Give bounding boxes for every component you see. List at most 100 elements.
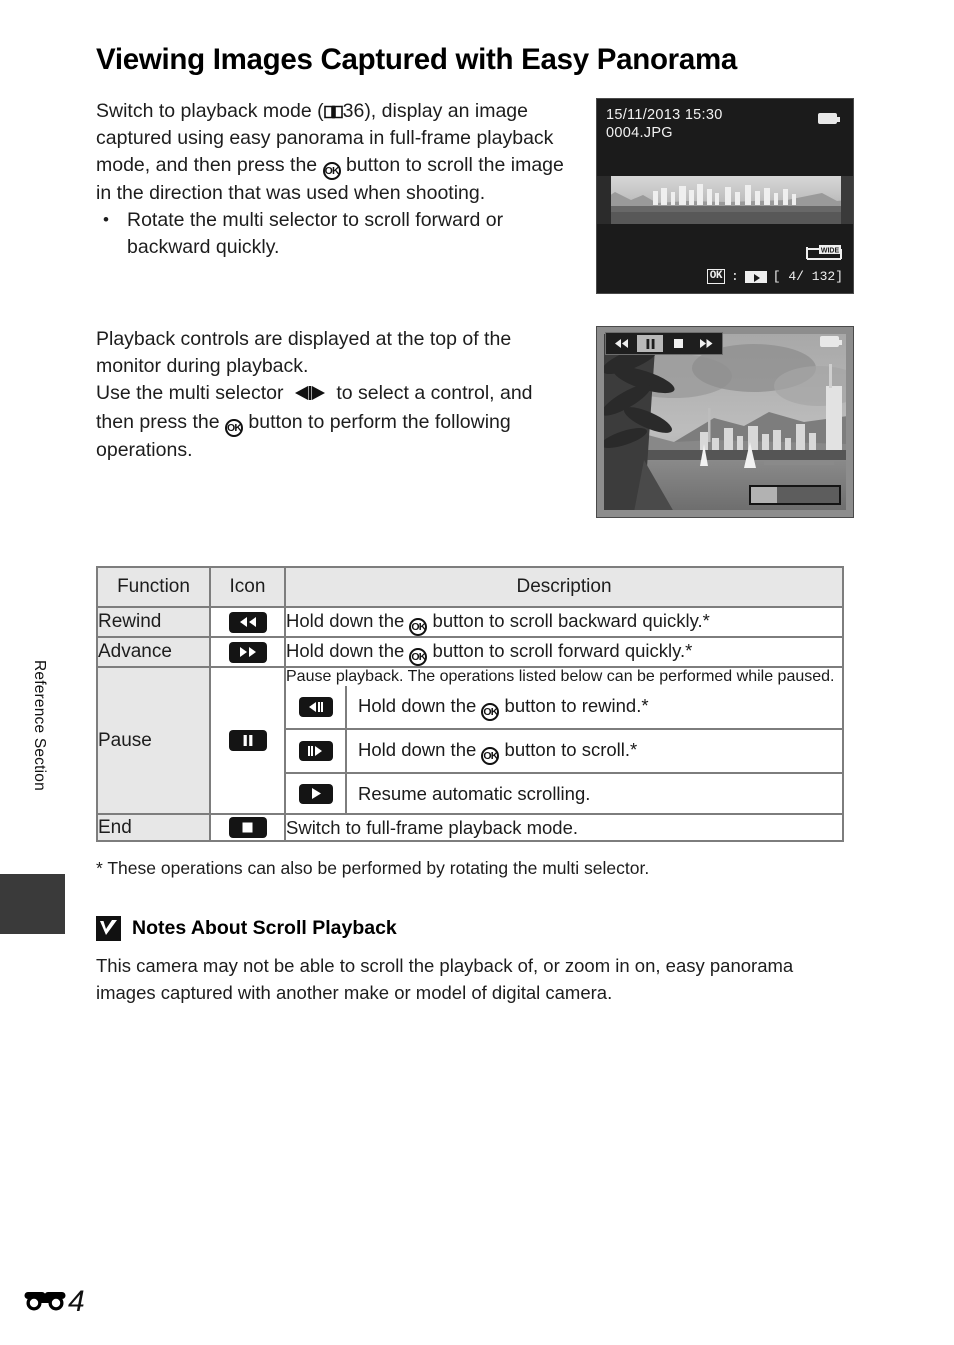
battery-icon: [818, 113, 840, 125]
sub-icon-cell: [286, 686, 347, 730]
page-title: Viewing Images Captured with Easy Panora…: [96, 43, 737, 76]
side-tab-label: Reference Section: [31, 660, 48, 791]
step-forward-icon: [298, 741, 333, 762]
e-reference-icon: [24, 1286, 66, 1317]
page-content: Viewing Images Captured with Easy Panora…: [96, 43, 856, 1006]
intro-text-column: Switch to playback mode (36), display an…: [96, 98, 566, 294]
intro-text-a: Switch to playback mode (: [96, 100, 324, 123]
control-end[interactable]: [665, 335, 691, 352]
function-name: End: [96, 813, 211, 843]
notes-heading: Notes About Scroll Playback: [132, 917, 397, 940]
svg-text:WIDE: WIDE: [821, 248, 840, 255]
function-description: Hold down the OK button to scroll forwar…: [284, 636, 844, 669]
desc-text-a: Hold down the: [358, 739, 482, 761]
capture-filename: 0004.JPG: [606, 125, 673, 142]
table-row: Pause Pause playback. The operations lis…: [96, 666, 844, 816]
step-rewind-icon: [298, 697, 333, 718]
sub-icon-cell: [286, 772, 347, 814]
desc-text-a: Hold down the: [286, 610, 410, 632]
desc-text-b: button to rewind.*: [499, 695, 649, 717]
rewind-icon: [228, 611, 267, 633]
list-item: Rotate the multi selector to scroll forw…: [96, 206, 566, 261]
table-row: Rewind Hold down the OK button to scroll…: [96, 606, 844, 639]
second-row: Playback controls are displayed at the t…: [96, 326, 856, 519]
book-icon: [323, 100, 343, 119]
notes-heading-row: Notes About Scroll Playback: [96, 916, 856, 942]
function-name: Advance: [96, 636, 211, 669]
second-text-1: Use the multi selector: [96, 382, 289, 405]
control-pause[interactable]: [637, 335, 663, 353]
panorama-thumbnail: [597, 176, 853, 225]
table-row: Hold down the OK button to rewind.*: [286, 686, 842, 730]
function-name: Rewind: [96, 606, 211, 639]
column-header-function: Function: [96, 566, 211, 609]
function-table: Function Icon Description Rewind Hold do…: [96, 566, 844, 843]
notes-section: Notes About Scroll Playback This camera …: [96, 916, 856, 1006]
caution-check-icon: [96, 916, 121, 942]
function-description: Hold down the OK button to scroll backwa…: [284, 606, 844, 639]
second-paragraph-a: Playback controls are displayed at the t…: [96, 328, 512, 378]
function-icon-cell: [209, 606, 286, 639]
page-footer: 4: [24, 1286, 85, 1317]
scroll-playback-image: [604, 334, 846, 511]
sub-description: Hold down the OK button to rewind.*: [346, 686, 842, 729]
playback-control-bar[interactable]: [605, 332, 723, 356]
intro-row: Switch to playback mode (36), display an…: [96, 98, 856, 295]
play-film-icon: [744, 270, 767, 283]
desc-text-b: button to scroll forward quickly.*: [427, 640, 693, 662]
side-tab-block: [0, 874, 65, 934]
sub-description: Hold down the OK button to scroll.*: [346, 728, 842, 774]
function-description: Switch to full-frame playback mode.: [284, 813, 844, 843]
ok-button-icon: OK: [481, 747, 500, 766]
pause-main-description: Pause playback. The operations listed be…: [286, 668, 835, 686]
desc-text-b: button to scroll backward quickly.*: [427, 610, 710, 632]
intro-paragraph: Switch to playback mode (36), display an…: [96, 98, 566, 207]
table-footnote: * These operations can also be performed…: [96, 858, 650, 879]
column-header-icon: Icon: [209, 566, 286, 609]
desc-text-b: button to scroll.*: [499, 739, 638, 761]
control-advance[interactable]: [693, 335, 719, 352]
control-rewind[interactable]: [609, 335, 635, 352]
play-icon: [298, 783, 333, 804]
ok-label: OK: [706, 269, 725, 285]
table-row: Hold down the OK button to scroll.*: [286, 728, 842, 774]
table-row: Advance Hold down the OK button to scrol…: [96, 636, 844, 669]
ok-button-icon: OK: [409, 648, 428, 667]
pause-icon: [228, 730, 267, 752]
screenshot1-column: 15/11/2013 15:30 0004.JPG WIDE OK: [4/…: [566, 98, 856, 295]
table-header-row: Function Icon Description: [96, 566, 844, 609]
page-number: 4: [68, 1284, 85, 1318]
notes-body: This camera may not be able to scroll th…: [96, 955, 794, 1004]
sub-icon-cell: [286, 728, 347, 774]
intro-page-ref: 36: [342, 100, 365, 123]
sub-description: Resume automatic scrolling.: [346, 772, 842, 814]
camera-screen-full-frame-playback: 15/11/2013 15:30 0004.JPG WIDE OK: [4/…: [596, 98, 854, 295]
scroll-progress-bar: [749, 485, 841, 506]
table-row: Resume automatic scrolling.: [286, 772, 842, 814]
scroll-progress-fill: [751, 487, 777, 504]
ok-button-icon: OK: [322, 162, 341, 181]
function-icon-cell: [209, 636, 286, 669]
function-table-wrapper: Function Icon Description Rewind Hold do…: [96, 566, 856, 843]
pause-description-group: Pause playback. The operations listed be…: [284, 666, 844, 816]
column-header-description: Description: [284, 566, 844, 609]
screen-status-bar: OK : [ 4/ 132]: [597, 269, 843, 285]
stop-icon: [228, 817, 267, 839]
ok-button-icon: OK: [225, 419, 243, 438]
second-text-column: Playback controls are displayed at the t…: [96, 326, 566, 518]
screenshot2-column: [566, 326, 856, 519]
camera-screen-scroll-playback: [596, 326, 854, 519]
function-name: Pause: [96, 666, 211, 816]
table-row: End Switch to full-frame playback mode.: [96, 813, 844, 843]
battery-icon: [820, 336, 842, 348]
pause-sub-table: Hold down the OK button to rewind.* Hold…: [286, 686, 842, 814]
ok-button-icon: OK: [409, 618, 428, 637]
fast-forward-icon: [228, 641, 267, 663]
screen-meta: 15/11/2013 15:30 0004.JPG: [606, 106, 723, 142]
frame-counter: [ 4/ 132]: [772, 269, 843, 285]
status-separator: :: [730, 269, 739, 285]
function-icon-cell: [209, 813, 286, 843]
left-right-arrows-icon: [292, 382, 328, 409]
panorama-wide-icon: WIDE: [805, 245, 843, 261]
desc-text-a: Hold down the: [286, 640, 410, 662]
